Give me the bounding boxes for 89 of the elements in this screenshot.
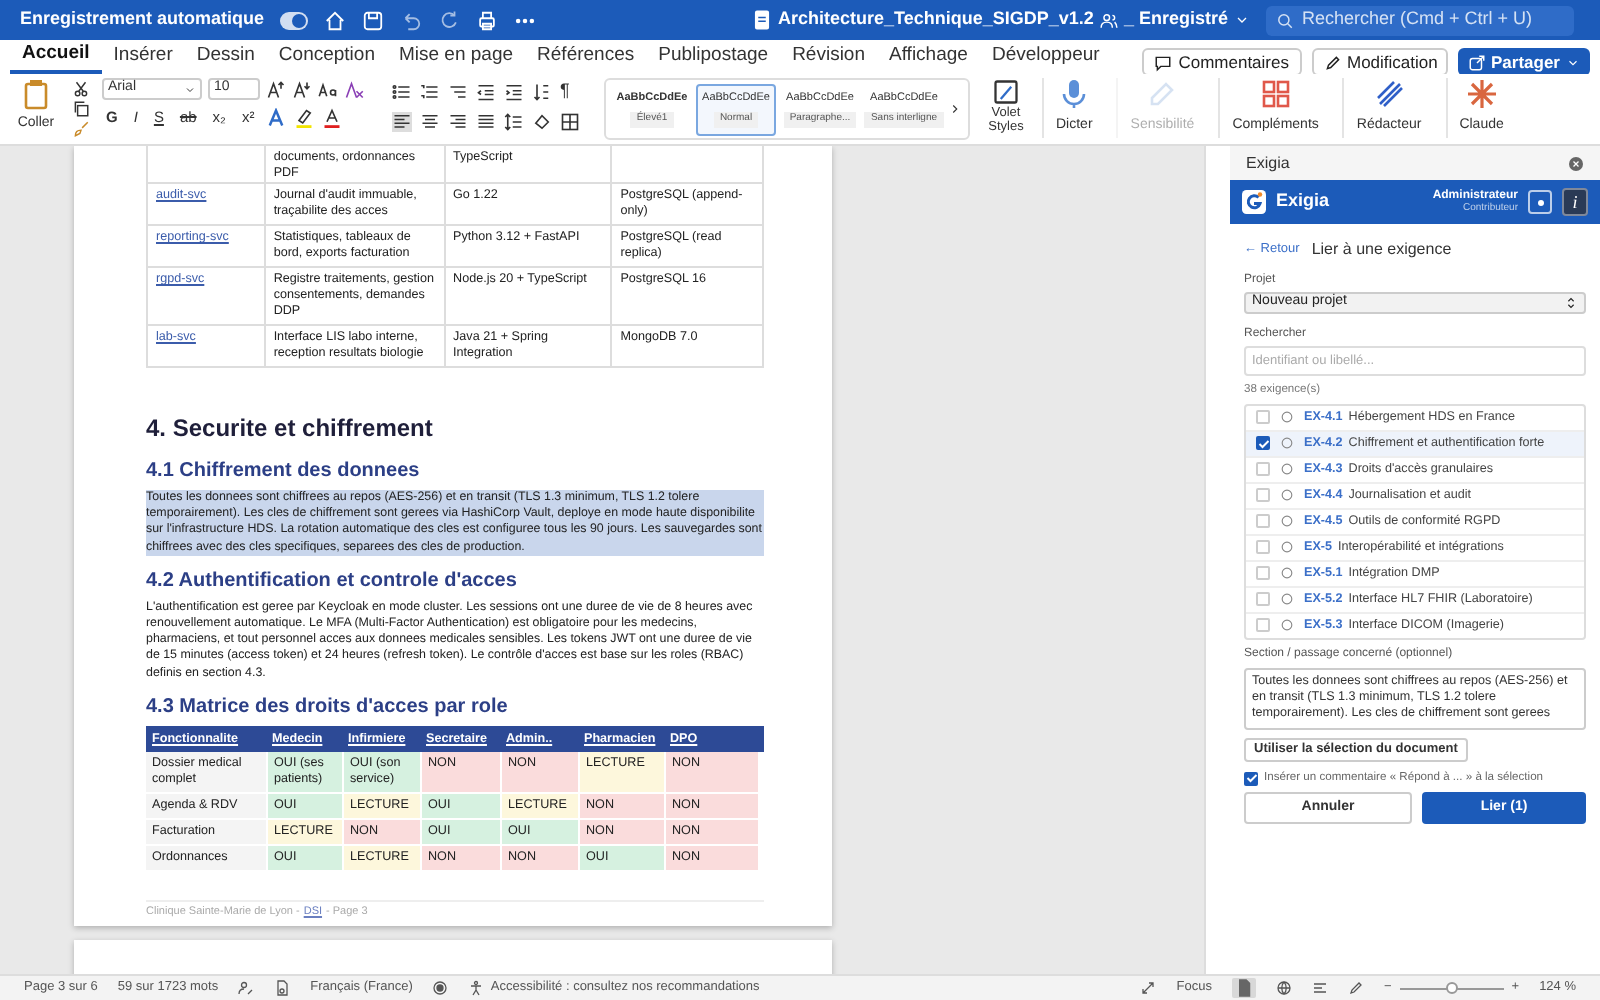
pane-title: Exigia [1246,151,1290,175]
draft-icon[interactable] [1347,980,1364,996]
chevron-right-icon[interactable] [948,102,962,116]
ribbon-tab[interactable]: Références [525,40,647,74]
styles-pane-icon [992,78,1020,106]
checkbox[interactable] [1256,514,1270,529]
document-icon [752,10,773,30]
checkbox[interactable] [1256,410,1270,425]
checkbox[interactable] [1256,540,1270,555]
grid-icon [1259,78,1292,110]
subsection-heading: 4.2 Authentification et controle d'acces [146,567,519,596]
autosave-toggle[interactable] [280,11,309,29]
multilevel-icon[interactable] [448,81,468,102]
chevron-down-icon[interactable] [1233,12,1250,28]
microphone-icon [1058,78,1091,110]
subsection-heading: 4.1 Chiffrement des donnees [146,458,422,486]
redo-icon[interactable] [438,9,461,31]
ribbon-tab[interactable]: Affichage [877,40,980,74]
info-button[interactable]: i [1562,188,1588,216]
close-icon[interactable] [1568,155,1584,171]
brand-name: Exigia [1276,188,1330,215]
copy-icon[interactable] [72,100,90,118]
checkbox[interactable] [1256,462,1270,477]
comment-icon [1154,53,1173,71]
share-button[interactable]: Partager [1457,48,1590,76]
grow-font-icon[interactable] [266,79,286,99]
decrease-indent-icon[interactable] [476,81,496,102]
shared-users-icon [1099,11,1118,29]
cut-icon[interactable] [72,80,90,98]
document-title: Architecture_Technique_SIGDP_v1.2 [778,6,1094,33]
align-center-icon[interactable] [420,111,440,131]
search-icon [1275,11,1294,29]
font-color-icon[interactable] [322,107,343,128]
ribbon-tab[interactable]: Publipostage [646,40,781,74]
line-spacing-icon[interactable] [504,111,524,131]
updown-icon [1564,296,1578,310]
status-button[interactable] [1528,190,1552,214]
home-icon[interactable] [324,9,347,31]
chevron-down-icon [1566,55,1580,69]
checkbox[interactable] [1256,618,1270,633]
record-icon[interactable] [432,980,449,996]
autosave-label: Enregistrement automatique [20,6,265,33]
borders-icon[interactable] [560,111,580,131]
pilcrow-button[interactable]: ¶ [560,78,570,105]
chevron-down-icon [184,83,196,95]
save-icon[interactable] [362,9,385,31]
clipboard-icon [20,78,52,110]
justify-icon[interactable] [476,111,496,131]
save-status: _ Enregistré [1123,6,1228,33]
align-right-icon[interactable] [448,111,468,131]
expand-icon[interactable] [1140,980,1157,996]
search-field[interactable]: Rechercher (Cmd + Ctrl + U) [1265,5,1574,35]
app-logo-icon [1242,190,1266,214]
document-check-icon[interactable] [274,980,291,996]
web-layout-icon[interactable] [1275,980,1292,996]
bullets-icon[interactable] [392,81,412,102]
increase-indent-icon[interactable] [504,81,524,102]
print-icon[interactable] [476,9,499,31]
starburst-icon [1465,78,1498,110]
section-heading: 4. Securite et chiffrement [146,412,435,446]
undo-icon[interactable] [400,9,423,31]
pen-icon [1373,78,1406,110]
ribbon-tab[interactable]: Mise en page [386,40,526,74]
subsection-heading: 4.3 Matrice des droits d'acces par role [146,693,510,722]
shading-icon[interactable] [532,111,552,131]
sort-icon[interactable] [532,81,552,102]
ribbon-tab[interactable]: Révision [780,40,877,74]
align-left-icon[interactable] [392,111,412,131]
change-case-icon[interactable] [318,79,338,99]
print-layout-icon[interactable] [1231,978,1256,998]
share-icon [1467,53,1485,71]
ribbon-tab[interactable]: Dessin [184,40,267,74]
panel-heading: Lier à une exigence [1311,238,1452,262]
shrink-font-icon[interactable] [292,79,312,99]
ribbon-tab[interactable]: Développeur [979,40,1112,74]
accessibility-icon [468,980,485,996]
pencil-icon [1323,53,1341,71]
outline-icon[interactable] [1311,980,1328,996]
zoom-slider[interactable] [1399,980,1504,996]
checkbox[interactable] [1256,592,1270,607]
checkbox[interactable] [1256,566,1270,581]
text-effects-icon[interactable] [266,107,287,128]
ribbon-tab[interactable]: Conception [266,40,387,74]
ribbon-tab[interactable]: Insérer [101,40,185,74]
clear-format-icon[interactable] [344,79,364,99]
highlight-icon[interactable] [294,107,315,128]
track-changes-icon[interactable] [238,980,255,996]
numbering-icon[interactable] [420,81,440,102]
checkbox[interactable] [1256,488,1270,503]
